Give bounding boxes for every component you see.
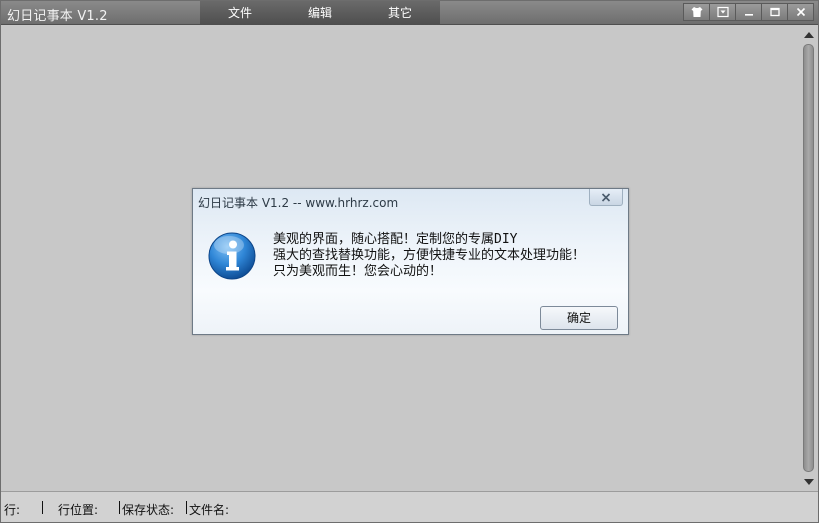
status-separator — [186, 501, 187, 514]
close-button[interactable] — [787, 3, 814, 21]
dialog-title: 幻日记事本 V1.2 -- www.hrhrz.com — [198, 196, 399, 210]
menu-edit[interactable]: 编辑 — [280, 1, 360, 25]
scroll-thumb[interactable] — [803, 44, 814, 472]
shirt-icon — [691, 7, 702, 17]
menu-bar: 文件 编辑 其它 — [200, 1, 440, 25]
status-separator — [119, 501, 120, 514]
status-row-label: 行: — [4, 503, 21, 517]
status-save-label: 保存状态: — [122, 503, 175, 517]
status-bar: 行: 行位置: 保存状态: 文件名: — [1, 491, 818, 522]
skin-button[interactable] — [683, 3, 710, 21]
minimize-button[interactable] — [735, 3, 762, 21]
minimize-icon — [744, 14, 753, 16]
dropdown-icon — [716, 6, 729, 18]
message-line: 强大的查找替换功能，方便快捷专业的文本处理功能！ — [273, 248, 586, 263]
dialog-close-button[interactable] — [589, 189, 623, 206]
menu-file[interactable]: 文件 — [200, 1, 280, 25]
scroll-up-icon[interactable] — [804, 32, 814, 38]
info-icon — [208, 232, 256, 280]
close-icon — [796, 7, 805, 17]
status-filename-label: 文件名: — [189, 503, 230, 517]
title-bar[interactable]: 幻日记事本 V1.2 文件 编辑 其它 — [1, 1, 818, 25]
scroll-down-icon[interactable] — [804, 479, 814, 485]
close-icon — [601, 192, 611, 202]
status-separator — [42, 501, 43, 514]
ok-button[interactable]: 确定 — [540, 306, 618, 330]
menu-dropdown-button[interactable] — [709, 3, 736, 21]
status-position-label: 行位置: — [58, 503, 99, 517]
dialog-message: 美观的界面，随心搭配！定制您的专属DIY 强大的查找替换功能，方便快捷专业的文本… — [273, 232, 585, 280]
maximize-button[interactable] — [761, 3, 788, 21]
menu-other[interactable]: 其它 — [360, 1, 440, 25]
vertical-scrollbar[interactable] — [800, 26, 818, 491]
maximize-icon — [769, 7, 780, 17]
message-line: 美观的界面，随心搭配！定制您的专属DIY — [273, 232, 518, 247]
about-dialog: 幻日记事本 V1.2 -- www.hrhrz.com 美观的界面，随心搭配！定… — [192, 188, 629, 335]
message-line: 只为美观而生！您会心动的！ — [273, 264, 443, 279]
window-controls — [683, 3, 814, 21]
app-title: 幻日记事本 V1.2 — [7, 9, 108, 24]
notepad-window: 幻日记事本 V1.2 文件 编辑 其它 行: 行位置: 保存状态: 文件名: 幻… — [0, 0, 819, 523]
